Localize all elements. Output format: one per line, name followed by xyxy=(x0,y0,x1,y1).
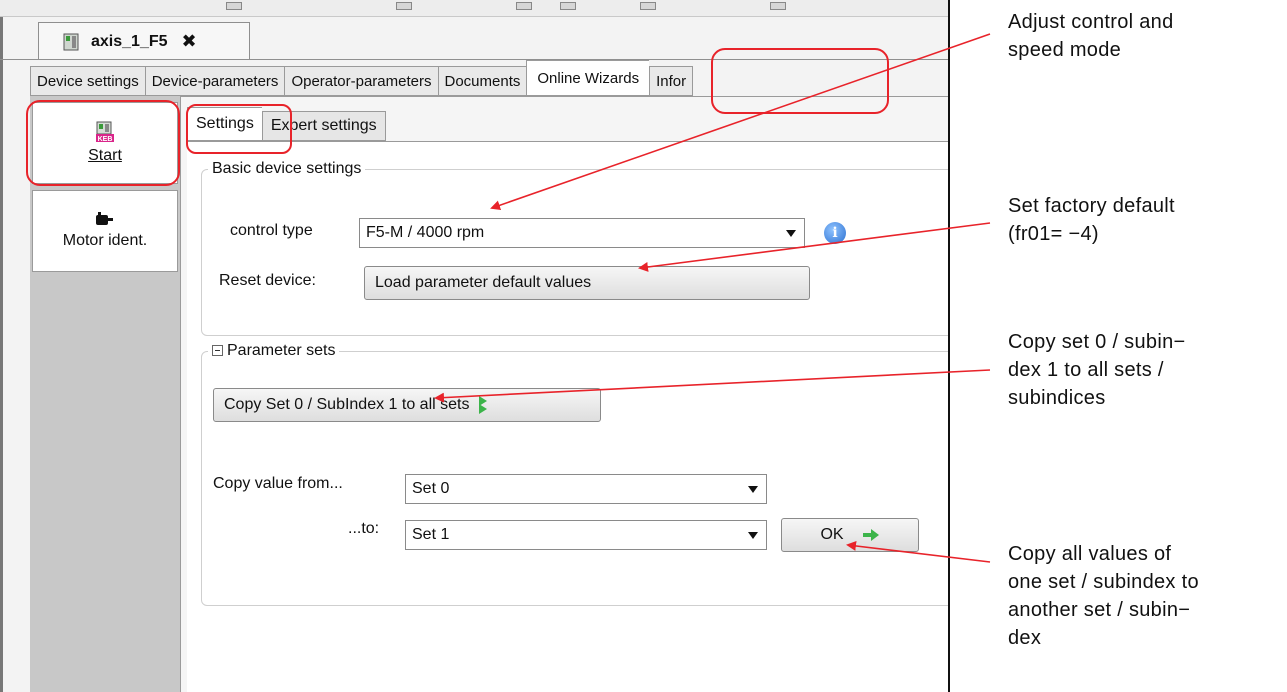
reset-device-label: Reset device: xyxy=(219,272,316,289)
annotation-line: one set / subindex to xyxy=(1008,571,1199,593)
chevron-down-icon xyxy=(748,486,758,493)
copy-to-value: Set 1 xyxy=(412,526,450,543)
ok-button[interactable]: OK xyxy=(781,518,919,552)
tab-device-parameters[interactable]: Device-parameters xyxy=(144,66,285,96)
collapse-icon[interactable] xyxy=(212,345,223,357)
tab-documents[interactable]: Documents xyxy=(437,66,527,96)
annotation-line: dex 1 to all sets / xyxy=(1008,359,1164,381)
control-type-select[interactable]: F5-M / 4000 rpm xyxy=(359,218,805,248)
annotation-copy-values: Copy all values of one set / subindex to… xyxy=(1008,540,1287,652)
copy-to-all-sets-button[interactable]: Copy Set 0 / SubIndex 1 to all sets xyxy=(213,388,601,422)
sidebar-item-motor-ident[interactable]: Motor ident. xyxy=(32,190,178,272)
toolbar-strip xyxy=(0,0,948,17)
annotation-line: Copy set 0 / subin− xyxy=(1008,331,1186,353)
annotation-line: Copy all values of xyxy=(1008,543,1172,565)
document-tab-title: axis_1_F5 xyxy=(91,32,168,50)
chevron-down-icon xyxy=(786,230,796,237)
annotation-line: dex xyxy=(1008,627,1042,649)
group-title: Basic device settings xyxy=(212,160,362,177)
document-tab[interactable]: axis_1_F5 ✖ xyxy=(38,22,250,60)
copy-to-select[interactable]: Set 1 xyxy=(405,520,767,550)
tab-online-wizards[interactable]: Online Wizards xyxy=(526,60,650,96)
copy-from-select[interactable]: Set 0 xyxy=(405,474,767,504)
parameter-sets-group: Parameter sets Copy Set 0 / SubIndex 1 t… xyxy=(201,342,948,606)
motor-icon xyxy=(96,212,113,225)
annotation-line: Set factory default xyxy=(1008,195,1175,217)
info-icon[interactable]: i xyxy=(824,222,846,244)
load-default-values-button[interactable]: Load parameter default values xyxy=(364,266,810,300)
chevron-down-icon xyxy=(748,532,758,539)
window-left-border xyxy=(0,0,3,692)
copy-from-label: Copy value from... xyxy=(213,475,343,492)
ok-label: OK xyxy=(820,526,844,543)
drive-icon xyxy=(63,33,79,50)
annotation-line: Adjust control and xyxy=(1008,11,1174,33)
basic-device-settings-group: Basic device settings control type F5-M … xyxy=(201,160,948,336)
tab-device-settings[interactable]: Device settings xyxy=(30,66,145,96)
sidebar-item-label: Motor ident. xyxy=(62,232,148,249)
annotation-line: another set / subin− xyxy=(1008,599,1191,621)
green-arrow-right-icon xyxy=(862,529,879,541)
annotation-control-mode: Adjust control and speed mode xyxy=(1008,8,1287,64)
settings-panel: Basic device settings control type F5-M … xyxy=(187,142,948,692)
group-title-text: Parameter sets xyxy=(227,342,336,359)
copy-from-value: Set 0 xyxy=(412,480,450,497)
highlight-ring-start xyxy=(26,100,180,186)
main-tab-bar: Device settings Device-parameters Operat… xyxy=(30,60,694,96)
control-type-label: control type xyxy=(230,222,313,239)
annotation-factory-default: Set factory default (fr01= −4) xyxy=(1008,192,1287,248)
annotation-line: speed mode xyxy=(1008,39,1122,61)
close-icon[interactable]: ✖ xyxy=(182,31,197,52)
annotation-line: (fr01= −4) xyxy=(1008,223,1099,245)
software-window: axis_1_F5 ✖ Device settings Device-param… xyxy=(0,0,950,692)
green-arrows-icon xyxy=(479,396,488,414)
tab-info[interactable]: Infor xyxy=(649,66,694,96)
tab-operator-parameters[interactable]: Operator-parameters xyxy=(284,66,438,96)
group-title: Parameter sets xyxy=(208,342,339,360)
highlight-ring-online-wizards xyxy=(711,48,889,114)
annotation-line: subindices xyxy=(1008,387,1106,409)
wizard-content: Settings Expert settings Basic device se… xyxy=(181,97,948,692)
copy-to-label: ...to: xyxy=(348,520,380,537)
control-type-value: F5-M / 4000 rpm xyxy=(366,224,485,241)
annotation-copy-all: Copy set 0 / subin− dex 1 to all sets / … xyxy=(1008,328,1287,412)
highlight-ring-settings xyxy=(186,104,292,154)
copy-to-all-sets-label: Copy Set 0 / SubIndex 1 to all sets xyxy=(224,396,470,413)
